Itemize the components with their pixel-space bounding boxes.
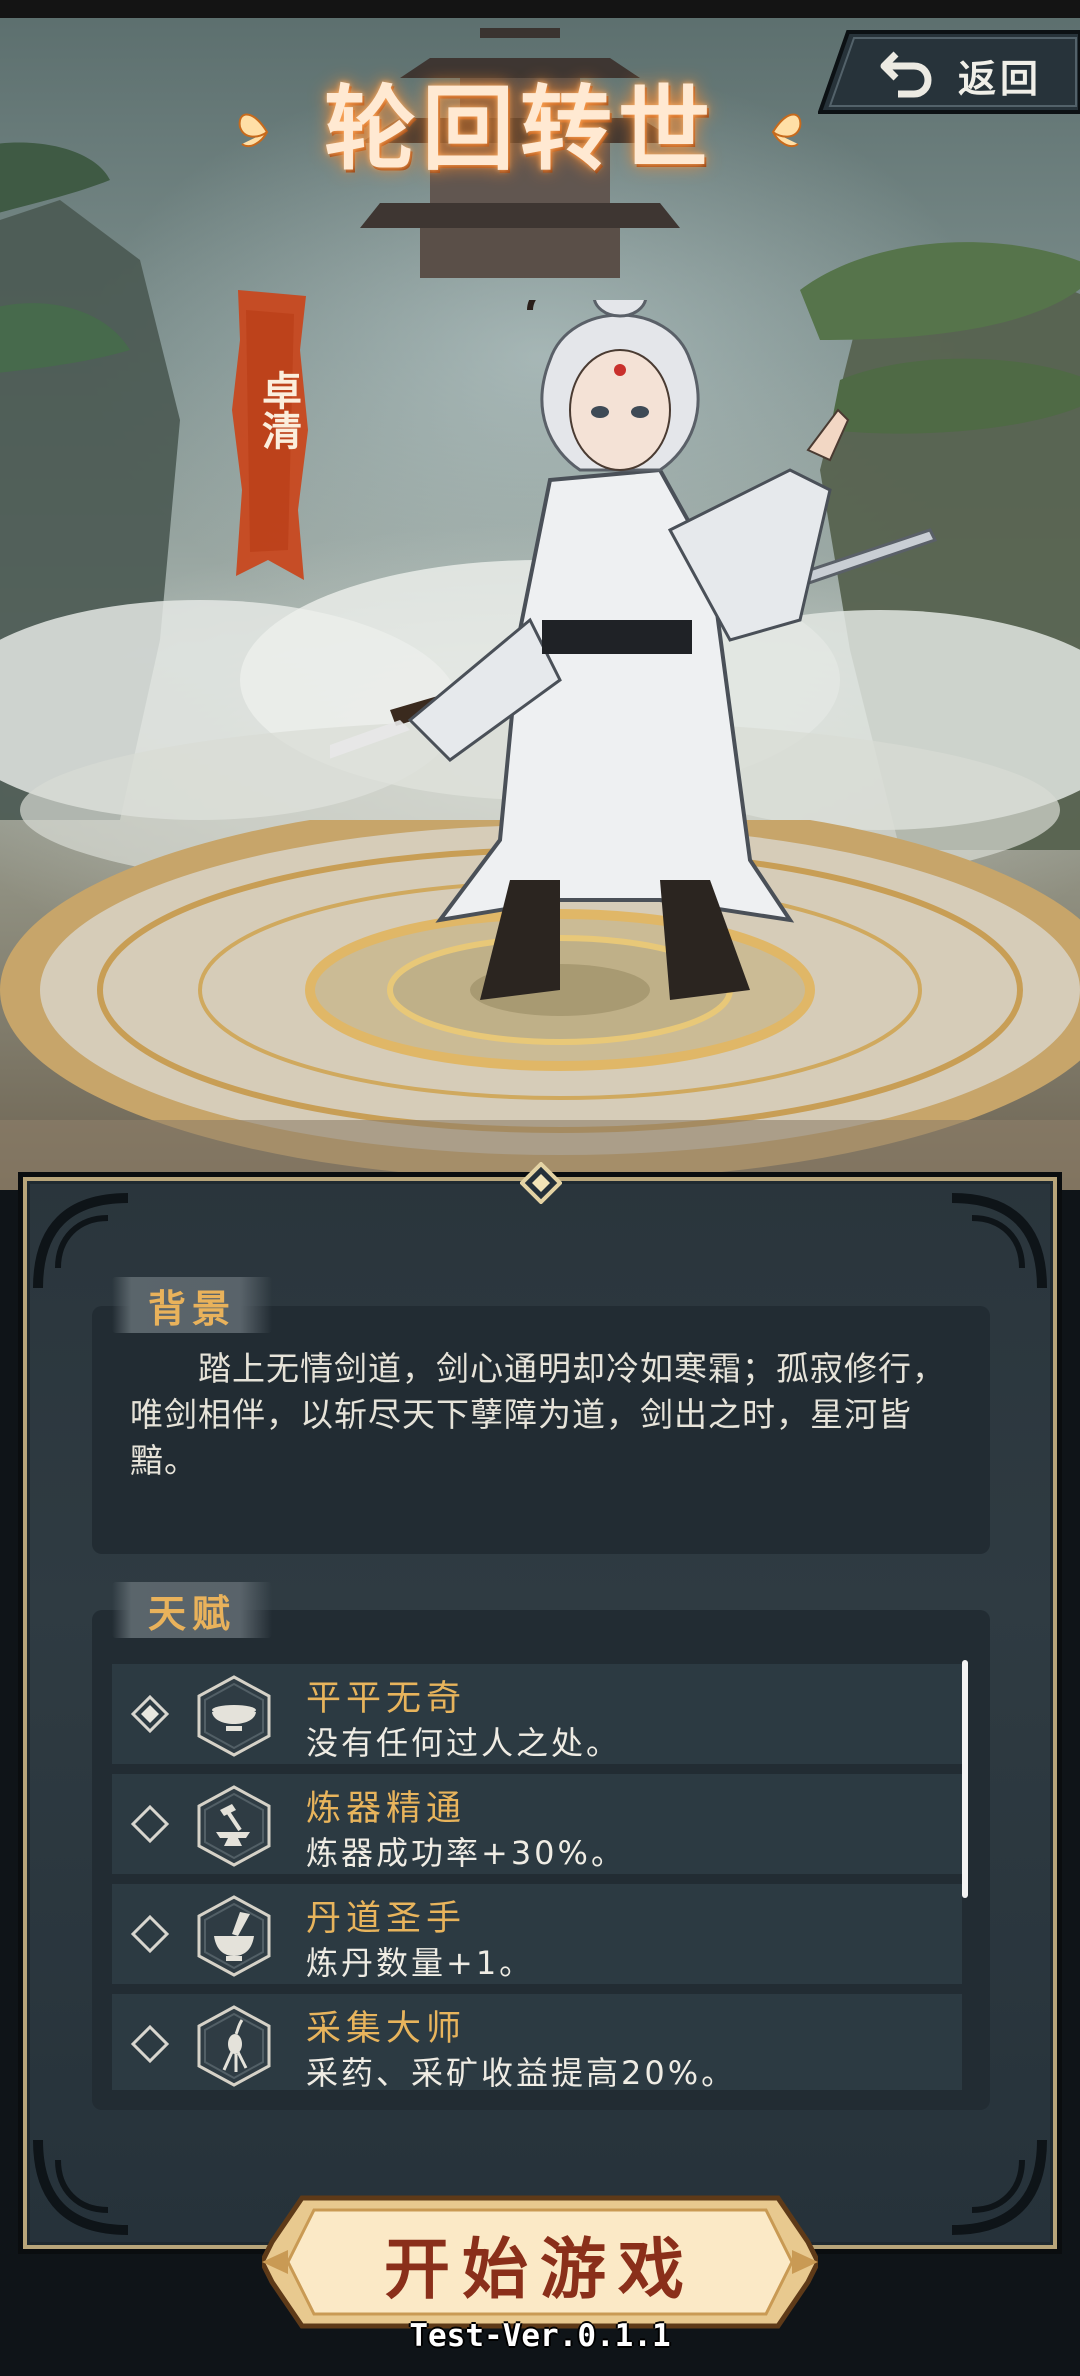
background-tab-label: 背景 bbox=[148, 1286, 237, 1331]
talent-desc: 炼丹数量+1。 bbox=[306, 1944, 535, 1982]
anvil-hammer-icon bbox=[197, 1785, 271, 1867]
return-arrow-icon bbox=[880, 51, 932, 98]
talent-tab-label: 天赋 bbox=[148, 1591, 237, 1636]
selected-diamond-checkbox-icon[interactable] bbox=[130, 1694, 170, 1734]
bowl-icon bbox=[197, 1675, 271, 1757]
diamond-ornament-icon bbox=[520, 1162, 562, 1204]
character-name: 卓清 bbox=[255, 370, 301, 450]
ginseng-root-icon bbox=[197, 2005, 271, 2087]
start-game-button[interactable]: 开始游戏 bbox=[262, 2192, 818, 2332]
character-name-banner: 卓清 bbox=[228, 290, 310, 580]
talent-row-caijidashi[interactable]: 采集大师 采药、采矿收益提高20%。 bbox=[112, 1994, 962, 2092]
start-game-label: 开始游戏 bbox=[384, 2231, 696, 2308]
diamond-checkbox-icon[interactable] bbox=[130, 1804, 170, 1844]
talent-desc: 没有任何过人之处。 bbox=[306, 1724, 622, 1762]
right-butterfly-icon bbox=[771, 113, 802, 148]
talent-row-pingpingwuqi[interactable]: 平平无奇 没有任何过人之处。 bbox=[112, 1664, 962, 1764]
corner-ornament-icon bbox=[951, 2139, 1047, 2235]
back-button-label: 返回 bbox=[958, 57, 1043, 101]
diamond-checkbox-icon[interactable] bbox=[130, 1914, 170, 1954]
talent-name: 平平无奇 bbox=[306, 1679, 467, 1719]
character-swordsman bbox=[330, 300, 938, 1000]
talent-name: 采集大师 bbox=[306, 2009, 467, 2049]
talent-tab: 天赋 bbox=[112, 1582, 273, 1638]
scene-background: 轮回转世 卓清 返回 bbox=[0, 0, 1080, 1190]
talent-row-lianqijingtong[interactable]: 炼器精通 炼器成功率+30%。 bbox=[112, 1774, 962, 1874]
background-text: 踏上无情剑道，剑心通明却冷如寒霜；孤寂修行，唯剑相伴，以斩尽天下孽障为道，剑出之… bbox=[130, 1349, 946, 1480]
game-title: 轮回转世 bbox=[238, 56, 802, 186]
left-butterfly-icon bbox=[238, 113, 269, 148]
talent-desc: 炼器成功率+30%。 bbox=[306, 1834, 626, 1872]
back-button[interactable]: 返回 bbox=[818, 28, 1080, 116]
version-label: Test-Ver.0.1.1 bbox=[409, 2318, 671, 2354]
title-text: 轮回转世 bbox=[323, 74, 716, 183]
talent-row-dandaoshengshou[interactable]: 丹道圣手 炼丹数量+1。 bbox=[112, 1884, 962, 1984]
mortar-pestle-icon bbox=[197, 1895, 271, 1977]
corner-ornament-icon bbox=[33, 2139, 129, 2235]
background-tab: 背景 bbox=[112, 1277, 273, 1333]
talent-scrollbar[interactable] bbox=[962, 1660, 968, 1898]
corner-ornament-icon bbox=[951, 1193, 1047, 1289]
diamond-checkbox-icon[interactable] bbox=[130, 2024, 170, 2064]
talent-desc: 采药、采矿收益提高20%。 bbox=[306, 2054, 737, 2092]
talent-name: 丹道圣手 bbox=[306, 1899, 467, 1939]
status-bar bbox=[0, 0, 1080, 18]
talent-name: 炼器精通 bbox=[306, 1789, 467, 1829]
